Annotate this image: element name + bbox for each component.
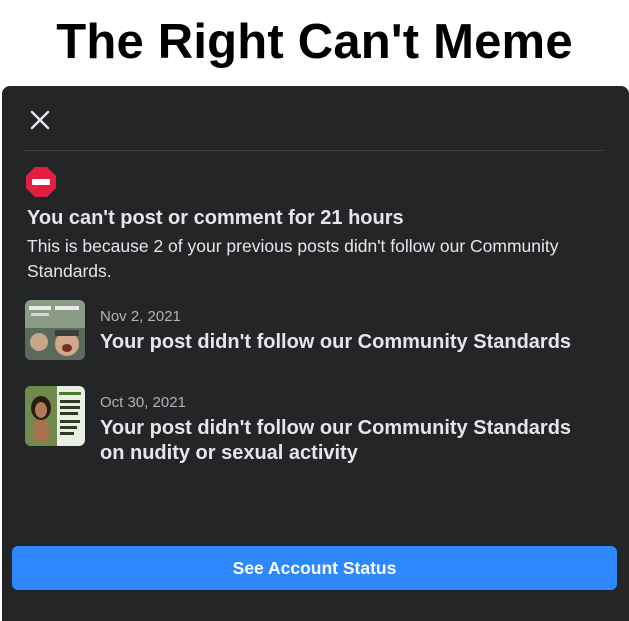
post-title: Your post didn't follow our Community St…	[100, 417, 572, 464]
meme-caption-text: The Right Can't Meme	[56, 15, 573, 69]
restriction-description: This is because 2 of your previous posts…	[27, 236, 559, 281]
violating-post-item[interactable]: Nov 2, 2021 Your post didn't follow our …	[25, 300, 615, 370]
see-account-status-button[interactable]: See Account Status	[12, 546, 617, 590]
close-button[interactable]	[24, 104, 56, 136]
post-thumbnail-image	[25, 300, 85, 360]
restriction-dialog: You can't post or comment for 21 hours T…	[2, 86, 629, 621]
restriction-headline: You can't post or comment for 21 hours	[27, 207, 404, 229]
post-date: Oct 30, 2021	[100, 394, 186, 411]
no-entry-icon	[26, 167, 56, 197]
violating-post-item[interactable]: Oct 30, 2021 Your post didn't follow our…	[25, 386, 615, 464]
post-title: Your post didn't follow our Community St…	[100, 331, 572, 353]
post-thumbnail-image	[25, 386, 85, 446]
close-icon	[30, 110, 50, 130]
header-divider	[24, 150, 604, 151]
post-date: Nov 2, 2021	[100, 308, 181, 325]
meme-caption: The Right Can't Meme	[0, 0, 629, 84]
